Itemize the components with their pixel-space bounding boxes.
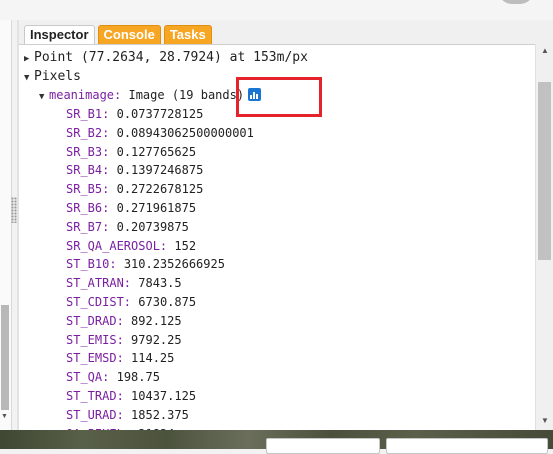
band-value: 198.75	[116, 370, 160, 385]
scroll-up-icon[interactable]: ▲	[541, 46, 549, 55]
code-editor-pane: ▼	[0, 20, 12, 430]
meanimage-key: meanimage:	[49, 88, 122, 102]
band-row: ST_EMIS: 9792.25	[66, 331, 182, 349]
band-row: SR_B3: 0.127765625	[66, 143, 196, 161]
band-row: ST_URAD: 1852.375	[66, 406, 189, 424]
band-key: SR_B7:	[66, 219, 110, 234]
pixels-label: Pixels	[34, 69, 81, 84]
band-key: ST_ATRAN:	[66, 276, 132, 291]
band-key: ST_EMSD:	[66, 351, 124, 366]
band-value: 10437.125	[131, 389, 197, 403]
band-key: SR_B4:	[66, 163, 110, 178]
band-row: SR_B4: 0.1397246875	[66, 161, 203, 179]
band-value: 0.271961875	[116, 201, 197, 215]
band-key: ST_QA:	[66, 370, 110, 385]
band-value: 0.0737728125	[116, 107, 204, 121]
top-toolbar-strip	[0, 0, 553, 20]
band-row: ST_ATRAN: 7843.5	[66, 274, 182, 292]
band-key: SR_QA_AEROSOL:	[66, 238, 168, 253]
meanimage-value: Image (19 bands)	[128, 88, 245, 102]
band-key: ST_CDIST:	[66, 295, 132, 309]
band-row: SR_QA_AEROSOL: 152	[66, 237, 196, 255]
collapse-arrow-icon[interactable]: ▼	[39, 88, 49, 106]
band-key: SR_B6:	[66, 201, 110, 215]
meanimage-row[interactable]: ▼ meanimage: Image (19 bands)	[39, 86, 262, 106]
band-key: ST_TRAD:	[66, 389, 124, 403]
band-key: ST_B10:	[66, 257, 117, 272]
band-row: ST_QA: 198.75	[66, 368, 160, 386]
chart-icon-highlight-box	[236, 77, 322, 117]
band-key: ST_URAD:	[66, 407, 124, 422]
band-key: SR_B1:	[66, 107, 110, 121]
band-value: 152	[174, 238, 197, 253]
band-row: SR_B5: 0.2722678125	[66, 180, 203, 198]
tab-inspector[interactable]: Inspector	[24, 25, 95, 44]
band-row: ST_EMSD: 114.25	[66, 349, 174, 367]
tab-console[interactable]: Console	[97, 25, 161, 44]
band-key: ST_EMIS:	[66, 332, 124, 347]
band-key: ST_DRAD:	[66, 313, 124, 328]
map-control-button[interactable]	[266, 438, 380, 454]
point-text: Point (77.2634, 28.7924) at 153m/px	[34, 50, 308, 65]
band-row: ST_DRAD: 892.125	[66, 312, 182, 330]
editor-scroll-down-icon[interactable]: ▼	[1, 413, 8, 420]
band-key: SR_B2:	[66, 125, 110, 140]
band-row: SR_B6: 0.271961875	[66, 199, 196, 217]
map-control-button[interactable]	[386, 438, 548, 454]
band-row: ST_B10: 310.2352666925	[66, 255, 225, 273]
panel-tabs: Inspector Console Tasks	[24, 25, 212, 45]
pixels-row[interactable]: ▼ Pixels	[24, 67, 81, 85]
band-row: ST_TRAD: 10437.125	[66, 387, 196, 405]
band-value: 0.2722678125	[116, 182, 204, 197]
band-key: SR_B3:	[66, 144, 110, 159]
scroll-down-icon[interactable]: ▼	[541, 416, 549, 425]
tab-tasks[interactable]: Tasks	[163, 25, 212, 44]
band-value: 0.1397246875	[116, 163, 204, 178]
editor-scrollbar-thumb[interactable]	[1, 305, 9, 410]
band-value: 0.08943062500000001	[116, 125, 254, 140]
band-value: 1852.375	[131, 407, 189, 422]
collapse-arrow-icon[interactable]: ▼	[24, 69, 34, 87]
band-value: 0.127765625	[116, 144, 197, 159]
band-row: SR_B2: 0.08943062500000001	[66, 124, 254, 142]
band-value: 6730.875	[138, 295, 197, 309]
band-row: SR_B1: 0.0737728125	[66, 105, 203, 123]
inspector-scrollbar[interactable]: ▲ ▼	[535, 44, 553, 430]
band-value: 114.25	[131, 351, 175, 366]
band-value: 0.20739875	[116, 219, 189, 234]
band-value: 892.125	[131, 313, 182, 328]
band-row: SR_B7: 0.20739875	[66, 218, 189, 236]
band-value: 310.2352666925	[123, 257, 225, 272]
band-key: SR_B5:	[66, 182, 110, 197]
band-value: 9792.25	[131, 332, 182, 347]
band-value: 7843.5	[138, 276, 182, 291]
scrollbar-thumb[interactable]	[538, 82, 551, 260]
point-row[interactable]: ▶ Point (77.2634, 28.7924) at 153m/px	[24, 48, 308, 66]
band-row: ST_CDIST: 6730.875	[66, 293, 196, 311]
expand-arrow-icon[interactable]: ▶	[24, 50, 34, 68]
